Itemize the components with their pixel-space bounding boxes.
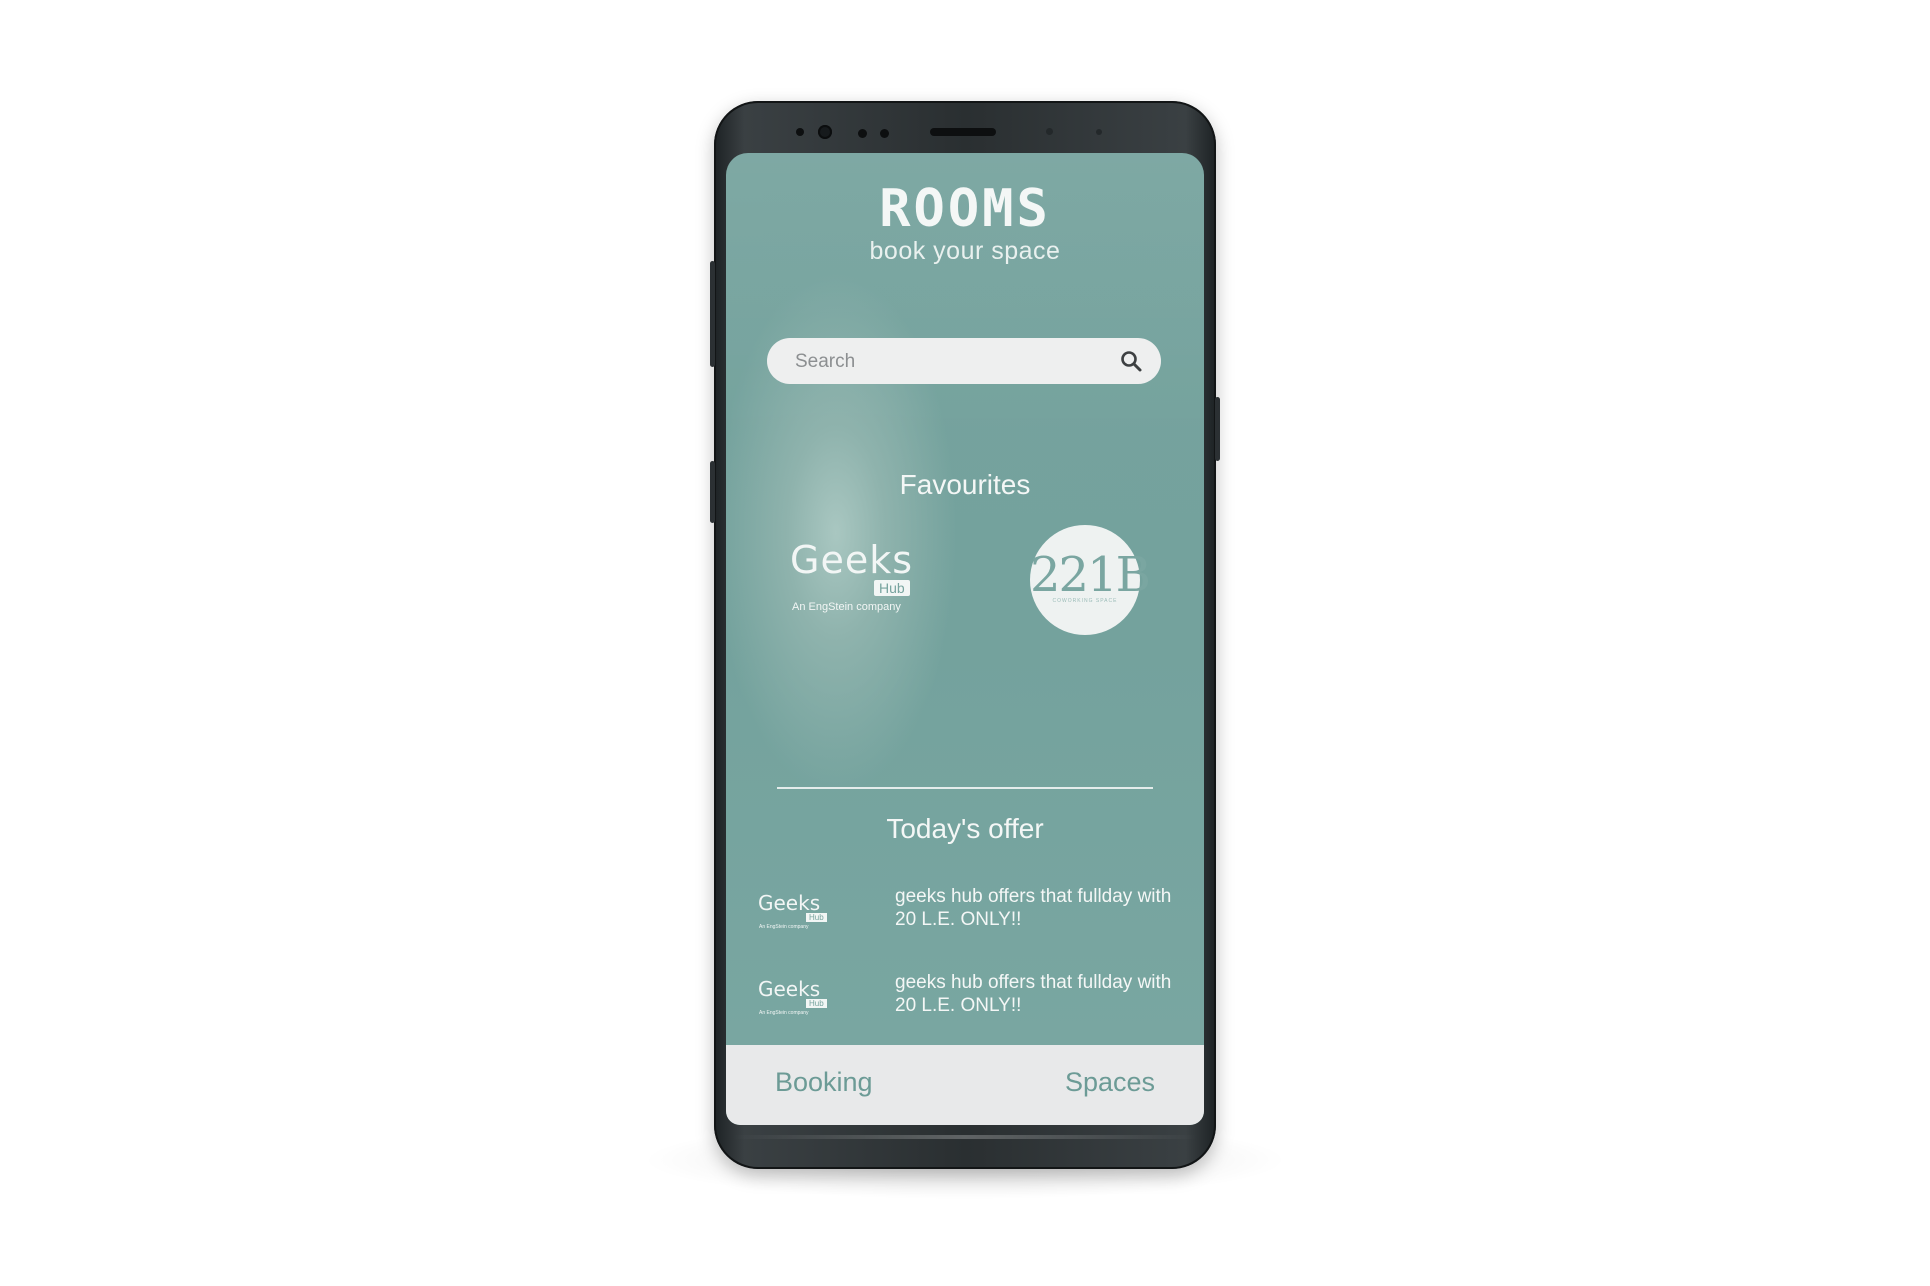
offer-item[interactable]: Geeks Hub An EngStein company geeks hub … <box>758 885 1178 945</box>
geeks-hub-logo-badge: Hub <box>874 580 910 596</box>
nav-booking[interactable]: Booking <box>775 1067 873 1098</box>
earpiece-speaker <box>930 128 996 136</box>
offer-logo-sub: An EngStein company <box>759 1010 809 1016</box>
bixby-button <box>710 461 715 523</box>
nav-spaces[interactable]: Spaces <box>1065 1067 1155 1098</box>
offer-text: geeks hub offers that fullday with 20 L.… <box>895 886 1172 930</box>
iris-sensor-icon <box>880 129 889 138</box>
led-indicator-icon <box>1096 129 1102 135</box>
section-divider <box>777 787 1153 789</box>
search-icon[interactable] <box>1119 349 1143 373</box>
phone-frame: ROOMS book your space Favourites Geeks H… <box>710 101 1220 1169</box>
app-logo-title: ROOMS <box>879 179 1051 239</box>
geeks-hub-logo-sub: An EngStein company <box>792 601 901 613</box>
offer-logo-word: Geeks <box>758 977 821 1001</box>
bottom-nav: Booking Spaces <box>726 1045 1204 1125</box>
volume-up-button <box>710 261 715 367</box>
phone-top-bar <box>714 101 1216 157</box>
power-button <box>1215 397 1220 461</box>
offer-logo-sub: An EngStein company <box>759 924 809 930</box>
favourite-geeks-hub[interactable]: Geeks Hub An EngStein company <box>790 538 930 618</box>
todays-offer-title: Today's offer <box>886 813 1044 844</box>
search-input[interactable] <box>793 338 1117 386</box>
offer-logo: Geeks Hub An EngStein company <box>758 977 838 1027</box>
phone-edge-highlight <box>732 1135 1198 1139</box>
proximity-sensor-icon <box>858 129 867 138</box>
offer-logo-badge: Hub <box>806 913 827 922</box>
221b-logo-word: 221B <box>1030 547 1151 603</box>
offer-logo-badge: Hub <box>806 999 827 1008</box>
221b-logo-sub: COWORKING SPACE <box>1052 598 1118 604</box>
front-camera-icon <box>818 125 832 139</box>
search-bar[interactable] <box>767 338 1161 386</box>
front-sensor-icon <box>796 128 804 136</box>
favourite-221b[interactable]: 221B COWORKING SPACE <box>1030 525 1151 635</box>
app-logo-tagline: book your space <box>869 237 1061 265</box>
offer-item[interactable]: Geeks Hub An EngStein company geeks hub … <box>758 971 1178 1031</box>
offer-logo: Geeks Hub An EngStein company <box>758 891 838 941</box>
offer-text: geeks hub offers that fullday with 20 L.… <box>895 972 1172 1016</box>
geeks-hub-logo-word: Geeks <box>790 538 914 582</box>
offer-logo-word: Geeks <box>758 891 821 915</box>
app-screen: ROOMS book your space Favourites Geeks H… <box>726 153 1204 1125</box>
favourites-title: Favourites <box>899 469 1031 500</box>
ambient-sensor-icon <box>1046 128 1053 135</box>
